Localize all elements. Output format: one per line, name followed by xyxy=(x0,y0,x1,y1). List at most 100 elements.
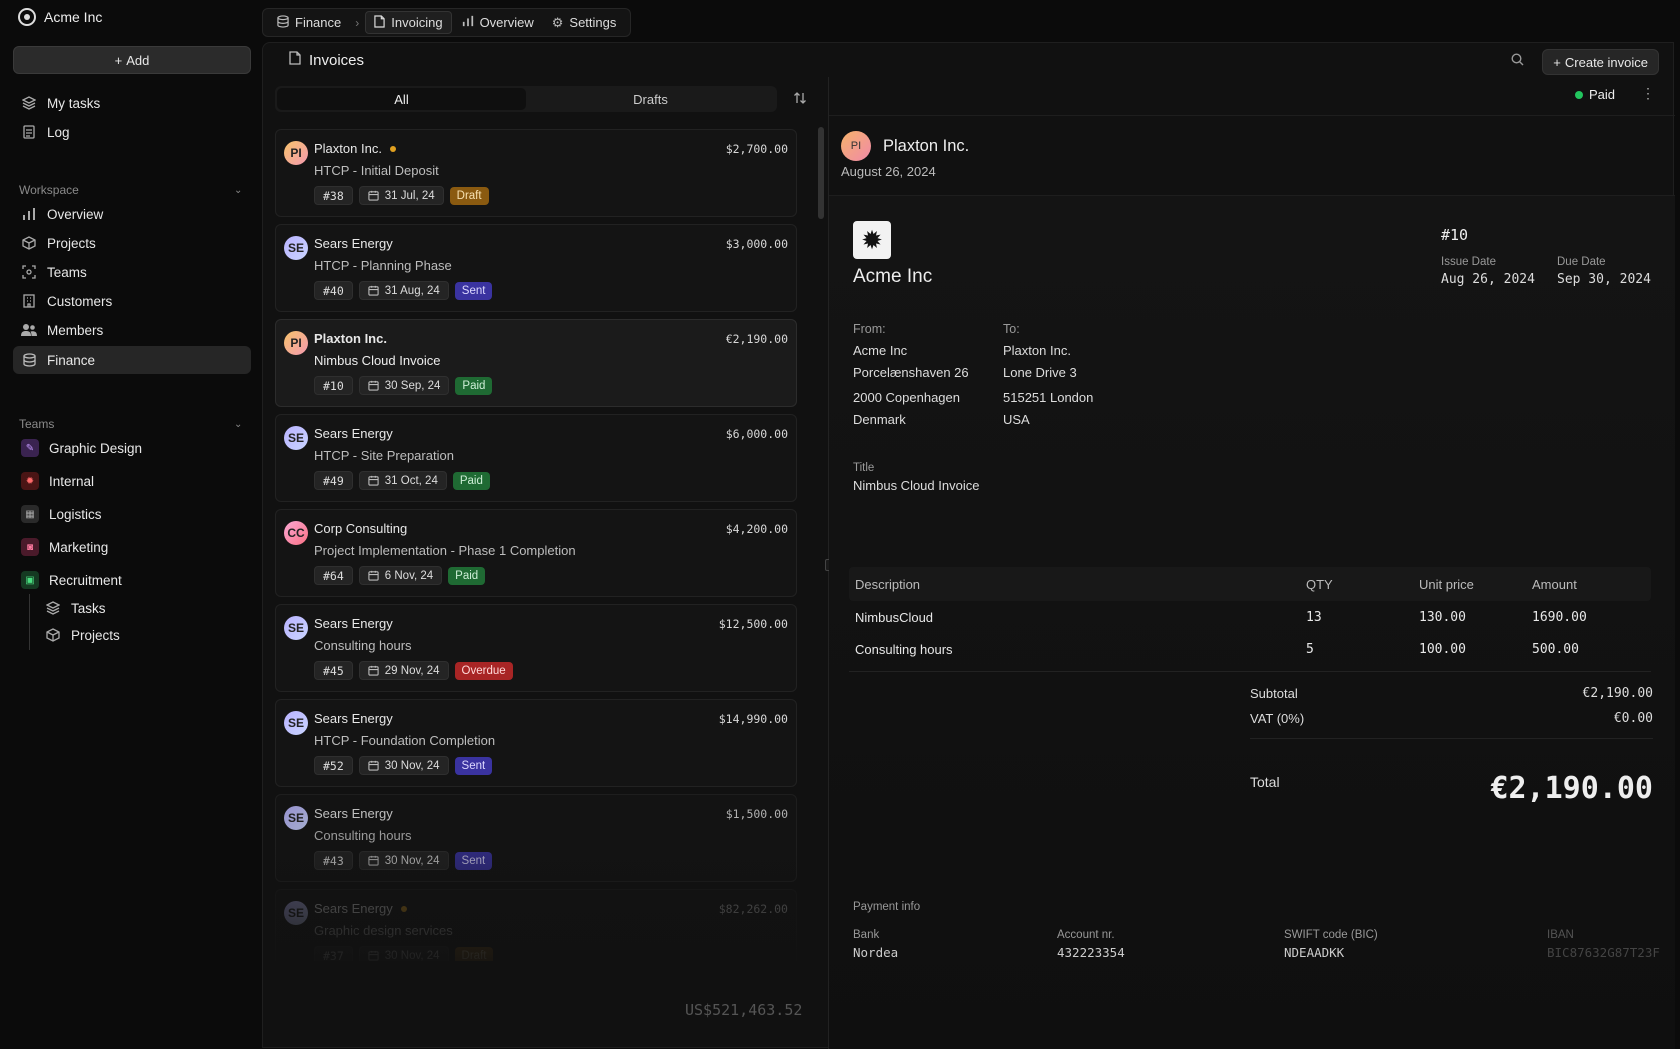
due-date-chip: 30 Sep, 24 xyxy=(358,376,450,395)
nav-log[interactable]: Log xyxy=(13,118,251,146)
invoice-card[interactable]: SE Sears Energy HTCP - Foundation Completi… xyxy=(275,699,797,787)
swift-label: SWIFT code (BIC) xyxy=(1284,929,1378,941)
tab-label: Invoicing xyxy=(391,15,443,30)
invoice-card[interactable]: SE Sears Energy HTCP - Planning Phase $3,00… xyxy=(275,224,797,312)
create-invoice-button[interactable]: + Create invoice xyxy=(1542,49,1659,75)
list-scrollbar[interactable] xyxy=(818,127,824,219)
stack-icon xyxy=(21,95,37,111)
invoice-description: HTCP - Foundation Completion xyxy=(314,733,496,748)
team-label: Graphic Design xyxy=(49,440,143,456)
team-label: Recruitment xyxy=(49,572,122,588)
search-icon[interactable] xyxy=(1511,53,1525,67)
more-options-icon[interactable]: ⋮ xyxy=(1641,85,1655,102)
invoice-card[interactable]: SE Sears Energy HTCP - Site Preparation $6,… xyxy=(275,414,797,502)
invoice-amount: $4,200.00 xyxy=(725,522,788,536)
status-dot-icon xyxy=(1574,90,1583,99)
account-value: 432223354 xyxy=(1057,945,1125,960)
issue-date: Aug 26, 2024 xyxy=(1441,272,1535,287)
invoice-amount: $3,000.00 xyxy=(725,237,788,251)
nav-my-tasks[interactable]: My tasks xyxy=(13,89,251,117)
calendar-icon xyxy=(368,285,379,296)
team-sub-tasks[interactable]: Tasks xyxy=(37,594,251,622)
nav-teams[interactable]: Teams xyxy=(13,258,251,286)
team-marketing[interactable]: ◙ Marketing xyxy=(13,533,251,561)
main-panel: Invoices + Create invoice All Drafts PI P… xyxy=(262,42,1675,1049)
status-badge[interactable]: Paid xyxy=(1574,87,1615,102)
invoice-card[interactable]: SE Sears Energy Graphic design services $82… xyxy=(275,889,797,961)
invoice-meta: #10 30 Sep, 24 Paid xyxy=(314,376,493,395)
due-date-chip: 30 Nov, 24 xyxy=(358,946,449,961)
client-name: Plaxton Inc. xyxy=(883,137,970,155)
from-label: From: xyxy=(853,322,886,336)
invoice-amount: $1,500.00 xyxy=(725,807,788,821)
company-name: Acme Inc xyxy=(853,266,933,287)
teams-section-label: Teams xyxy=(19,417,55,431)
tab-overview[interactable]: Overview xyxy=(454,11,542,34)
create-invoice-label: Create invoice xyxy=(1564,54,1648,70)
nav-projects[interactable]: Projects xyxy=(13,229,251,257)
client-name: Sears Energy xyxy=(314,901,393,916)
breadcrumb-finance[interactable]: Finance xyxy=(269,11,349,34)
unsent-dot-icon xyxy=(389,145,396,152)
team-label: Internal xyxy=(49,473,95,489)
invoice-description: Consulting hours xyxy=(314,828,412,843)
nav-members[interactable]: Members xyxy=(13,316,251,344)
invoice-number-chip: #64 xyxy=(314,566,353,585)
org-switcher[interactable]: Acme Inc xyxy=(18,8,102,26)
nav-label: Overview xyxy=(47,206,104,222)
calendar-icon xyxy=(368,380,379,391)
status-badge: Paid xyxy=(455,376,493,395)
team-graphic-design[interactable]: ✎ Graphic Design xyxy=(13,434,251,462)
nav-customers[interactable]: Customers xyxy=(13,287,251,315)
client-name-row: Plaxton Inc. xyxy=(314,331,387,346)
invoice-number-chip: #49 xyxy=(314,471,353,490)
invoice-card[interactable]: SE Sears Energy Consulting hours $12,500.00… xyxy=(275,604,797,692)
item-amount: 1690.00 xyxy=(1532,610,1587,625)
nav-label: Projects xyxy=(47,235,96,251)
from-line: Porcelænshaven 26 xyxy=(853,365,969,380)
col-unit-price: Unit price xyxy=(1419,577,1474,592)
item-unit-price: 130.00 xyxy=(1419,610,1466,625)
nav-label: Customers xyxy=(47,293,113,309)
status-badge: Draft xyxy=(449,186,489,205)
client-name-row: Plaxton Inc. xyxy=(314,141,396,156)
line-items-header: Description QTY Unit price Amount xyxy=(849,567,1651,601)
due-date-label: Due Date xyxy=(1557,256,1606,268)
separator xyxy=(829,115,1675,116)
client-name-row: Sears Energy xyxy=(314,806,393,821)
nav-label: Log xyxy=(47,124,70,140)
team-logistics[interactable]: ▦ Logistics xyxy=(13,500,251,528)
nav-label: Finance xyxy=(47,352,96,368)
chevron-down-icon[interactable]: ⌄ xyxy=(234,185,242,196)
tab-drafts[interactable]: Drafts xyxy=(526,88,775,110)
client-avatar: SE xyxy=(284,426,308,450)
add-button[interactable]: + Add xyxy=(13,46,251,74)
sort-icon[interactable] xyxy=(793,91,807,108)
from-line: Denmark xyxy=(853,412,906,427)
vat-value: €0.00 xyxy=(1613,711,1653,726)
invoice-description: Consulting hours xyxy=(314,638,412,653)
invoice-card[interactable]: CC Corp Consulting Project Implementation … xyxy=(275,509,797,597)
calendar-icon xyxy=(368,570,379,581)
tab-invoicing[interactable]: Invoicing xyxy=(365,11,452,34)
title-label: Title xyxy=(853,462,875,474)
invoice-card[interactable]: SE Sears Energy Consulting hours $1,500.00 #… xyxy=(275,794,797,882)
invoice-list: PI Plaxton Inc. HTCP - Initial Deposit $2,7… xyxy=(275,129,797,961)
company-logo-icon: ✹ xyxy=(853,221,891,259)
invoice-card[interactable]: PI Plaxton Inc. HTCP - Initial Deposit $2,7… xyxy=(275,129,797,217)
team-internal[interactable]: ✹ Internal xyxy=(13,467,251,495)
client-avatar: SE xyxy=(284,711,308,735)
due-date-chip: 31 Aug, 24 xyxy=(358,281,449,300)
vat-label: VAT (0%) xyxy=(1250,711,1305,726)
invoice-card[interactable]: PI Plaxton Inc. Nimbus Cloud Invoice €2,190… xyxy=(275,319,797,407)
tab-settings[interactable]: ⚙ Settings xyxy=(544,11,625,34)
from-line: 2000 Copenhagen xyxy=(853,390,960,405)
team-recruitment[interactable]: ▣ Recruitment xyxy=(13,566,251,594)
client-name: Plaxton Inc. xyxy=(314,331,387,346)
chevron-down-icon[interactable]: ⌄ xyxy=(234,419,242,430)
nav-finance[interactable]: Finance xyxy=(13,346,251,374)
team-sub-projects[interactable]: Projects xyxy=(37,621,251,649)
nav-overview[interactable]: Overview xyxy=(13,200,251,228)
tab-all[interactable]: All xyxy=(277,88,526,110)
client-name-row: Corp Consulting xyxy=(314,521,407,536)
